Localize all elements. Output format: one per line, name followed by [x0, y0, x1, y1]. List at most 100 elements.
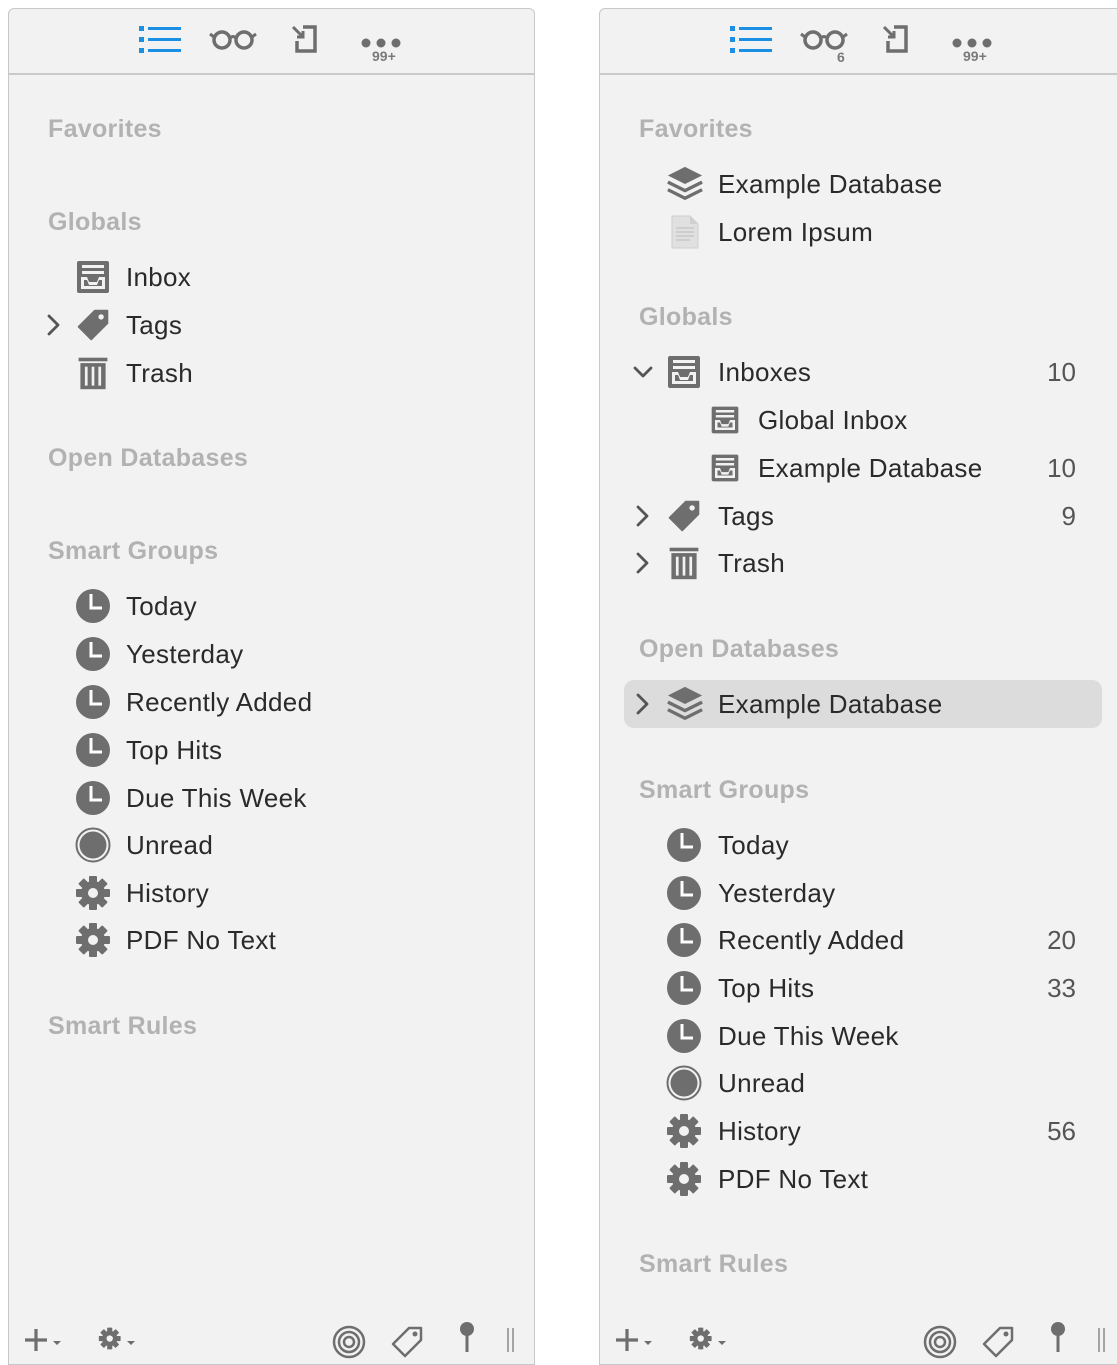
sidebar-toolbar: 6 99+ — [600, 9, 1117, 75]
sidebar-item-inboxes[interactable]: Inboxes 10 — [624, 348, 1102, 396]
sidebar-item-tags[interactable]: Tags — [39, 301, 519, 349]
action-gear-icon[interactable] — [89, 1324, 141, 1356]
gear-icon — [666, 1161, 702, 1197]
trash-icon — [75, 355, 111, 391]
sidebar-item-label: Today — [126, 591, 197, 621]
sidebar-item-label: Lorem Ipsum — [718, 217, 874, 247]
sidebar-panel-left: 99+ Favorites Globals Inbox Tags Trash O… — [8, 8, 535, 1365]
section-open-databases: Open Databases — [48, 444, 249, 472]
location-pin-icon[interactable] — [455, 1320, 479, 1356]
resize-handle-icon[interactable] — [1096, 1324, 1108, 1356]
chevron-right-icon[interactable] — [43, 311, 65, 339]
gear-icon — [666, 1113, 702, 1149]
sidebar-item-top-hits[interactable]: Top Hits 33 — [624, 964, 1102, 1012]
database-stack-icon — [666, 685, 704, 723]
sidebar-footer — [9, 1320, 534, 1364]
concordance-target-icon[interactable] — [922, 1324, 958, 1360]
gear-icon — [75, 875, 111, 911]
sidebar-item-inbox[interactable]: Inbox — [39, 253, 519, 301]
sidebar-item-label: Yesterday — [718, 878, 836, 908]
clock-icon — [75, 588, 111, 624]
sidebar-item-recently-added[interactable]: Recently Added — [39, 678, 519, 726]
tag-outline-icon[interactable] — [389, 1324, 425, 1360]
section-smart-rules: Smart Rules — [48, 1012, 198, 1040]
reading-list-glasses-icon[interactable] — [209, 17, 253, 65]
clock-icon — [666, 1018, 702, 1054]
favorite-item-lorem-ipsum[interactable]: Lorem Ipsum — [624, 208, 1102, 256]
sidebar-item-today[interactable]: Today — [624, 821, 1102, 869]
resize-handle-icon[interactable] — [505, 1324, 517, 1356]
sidebar-footer — [600, 1320, 1117, 1364]
inbox-icon — [710, 453, 740, 483]
activity-badge: 99+ — [372, 48, 396, 64]
section-globals: Globals — [48, 208, 142, 236]
clock-icon — [666, 827, 702, 863]
sidebar-item-label: History — [718, 1116, 801, 1146]
concordance-target-icon[interactable] — [331, 1324, 367, 1360]
sidebar-item-due-this-week[interactable]: Due This Week — [39, 774, 519, 822]
document-icon — [666, 214, 702, 250]
trash-icon — [666, 545, 702, 581]
sidebar-item-label: Unread — [718, 1068, 806, 1098]
add-plus-icon[interactable] — [21, 1324, 65, 1356]
clock-icon — [666, 970, 702, 1006]
inbox-icon — [75, 259, 111, 295]
activity-more-icon[interactable]: 99+ — [361, 17, 405, 65]
navigate-list-icon[interactable] — [730, 17, 774, 65]
chevron-right-icon[interactable] — [632, 502, 654, 530]
sidebar-item-pdf-no-text[interactable]: PDF No Text — [624, 1155, 1102, 1203]
tag-outline-icon[interactable] — [980, 1324, 1016, 1360]
sidebar-item-history[interactable]: History 56 — [624, 1107, 1102, 1155]
favorite-item-example-database[interactable]: Example Database — [624, 160, 1102, 208]
sidebar-item-yesterday[interactable]: Yesterday — [39, 630, 519, 678]
section-smart-groups: Smart Groups — [48, 537, 219, 565]
inbox-icon — [666, 354, 702, 390]
activity-more-icon[interactable]: 99+ — [952, 17, 996, 65]
sidebar-item-label: Example Database — [718, 169, 943, 199]
item-count: 20 — [1047, 925, 1076, 955]
sidebar-item-example-database-inbox[interactable]: Example Database 10 — [624, 444, 1102, 492]
sidebar-item-label: Unread — [126, 830, 214, 860]
sidebar-item-recently-added[interactable]: Recently Added 20 — [624, 916, 1102, 964]
sidebar-item-tags[interactable]: Tags 9 — [624, 492, 1102, 540]
sidebar-item-global-inbox[interactable]: Global Inbox — [624, 396, 1102, 444]
sidebar-item-label: Inbox — [126, 262, 192, 292]
chevron-down-icon[interactable] — [632, 358, 654, 386]
sidebar-item-top-hits[interactable]: Top Hits — [39, 726, 519, 774]
import-icon[interactable] — [880, 17, 924, 65]
database-stack-icon — [666, 165, 704, 203]
action-gear-icon[interactable] — [680, 1324, 732, 1356]
section-smart-groups: Smart Groups — [639, 776, 810, 804]
location-pin-icon[interactable] — [1046, 1320, 1070, 1356]
clock-icon — [75, 684, 111, 720]
sidebar-item-due-this-week[interactable]: Due This Week — [624, 1012, 1102, 1060]
reading-list-badge: 6 — [837, 49, 845, 65]
sidebar-item-label: Top Hits — [718, 973, 815, 1003]
sidebar-item-label: Example Database — [758, 453, 983, 483]
section-favorites: Favorites — [639, 115, 753, 143]
sidebar-item-history[interactable]: History — [39, 869, 519, 917]
sidebar-item-label: PDF No Text — [718, 1164, 869, 1194]
section-globals: Globals — [639, 303, 733, 331]
sidebar-item-yesterday[interactable]: Yesterday — [624, 869, 1102, 917]
gear-icon — [75, 922, 111, 958]
sidebar-item-unread[interactable]: Unread — [624, 1059, 1102, 1107]
section-open-databases: Open Databases — [639, 635, 840, 663]
navigate-list-icon[interactable] — [139, 17, 183, 65]
sidebar-item-label: Trash — [718, 548, 785, 578]
chevron-right-icon[interactable] — [632, 549, 654, 577]
reading-list-glasses-icon[interactable]: 6 — [800, 17, 844, 65]
sidebar-item-unread[interactable]: Unread — [39, 821, 519, 869]
add-plus-icon[interactable] — [612, 1324, 656, 1356]
chevron-right-icon[interactable] — [632, 690, 654, 718]
tag-icon — [666, 498, 702, 534]
section-smart-rules: Smart Rules — [639, 1250, 789, 1278]
clock-icon — [666, 922, 702, 958]
sidebar-item-trash[interactable]: Trash — [39, 349, 519, 397]
sidebar-item-pdf-no-text[interactable]: PDF No Text — [39, 916, 519, 964]
import-icon[interactable] — [289, 17, 333, 65]
open-database-example-database[interactable]: Example Database — [624, 680, 1102, 728]
sidebar-item-trash[interactable]: Trash — [624, 539, 1102, 587]
sidebar-item-today[interactable]: Today — [39, 582, 519, 630]
activity-badge: 99+ — [963, 48, 987, 64]
